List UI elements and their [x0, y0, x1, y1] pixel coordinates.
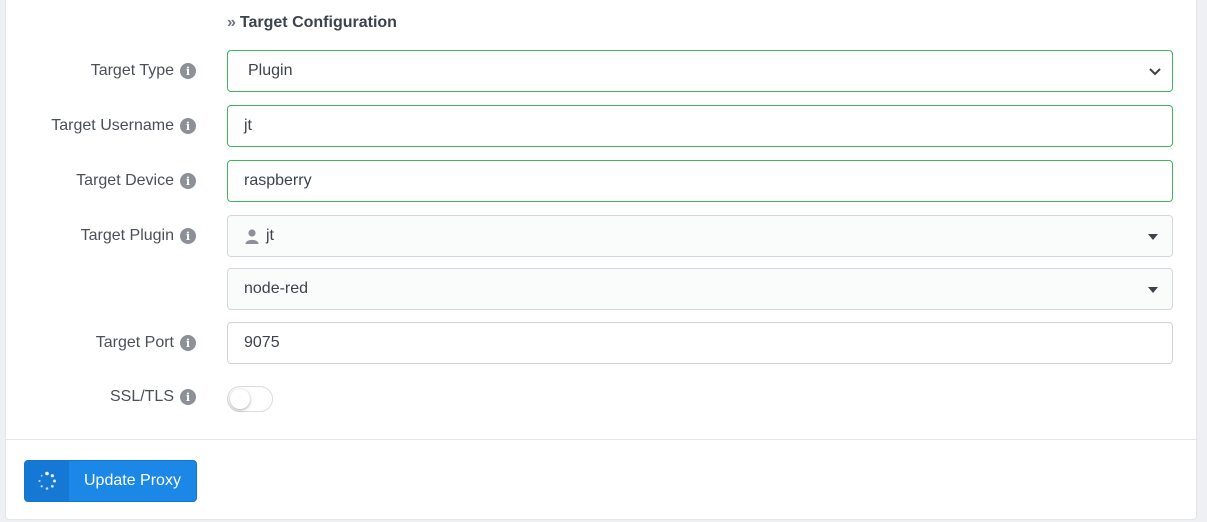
- target-port-row: Target Port i 9075: [6, 322, 1198, 364]
- info-icon[interactable]: i: [180, 118, 196, 134]
- target-device-input[interactable]: raspberry: [227, 160, 1173, 202]
- update-proxy-label: Update Proxy: [84, 472, 181, 489]
- info-icon[interactable]: i: [180, 228, 196, 244]
- user-icon: [245, 229, 259, 244]
- target-type-label: Target Type i: [91, 50, 196, 92]
- update-proxy-button[interactable]: Update Proxy: [24, 460, 197, 502]
- target-port-input[interactable]: 9075: [227, 322, 1173, 364]
- toggle-knob: [230, 389, 250, 409]
- section-title: Target Configuration: [239, 14, 397, 31]
- target-plugin-user-select[interactable]: jt: [227, 215, 1173, 257]
- caret-down-icon: [1148, 234, 1158, 240]
- target-plugin-name-row: node-red: [6, 268, 1198, 310]
- target-type-row: Target Type i Plugin: [6, 50, 1198, 92]
- target-username-label: Target Username i: [51, 105, 196, 147]
- ssl-tls-row: SSL/TLS i: [6, 376, 1198, 418]
- ssl-tls-label: SSL/TLS i: [110, 376, 196, 418]
- caret-down-icon: [1148, 287, 1158, 293]
- target-device-row: Target Device i raspberry: [6, 160, 1198, 202]
- target-plugin-name-select[interactable]: node-red: [227, 268, 1173, 310]
- spinner-icon: [25, 461, 69, 501]
- target-port-label: Target Port i: [96, 322, 196, 364]
- info-icon[interactable]: i: [180, 389, 196, 405]
- double-chevron-right-icon: »: [227, 14, 236, 31]
- target-username-input[interactable]: jt: [227, 105, 1173, 147]
- section-header: » Target Configuration: [227, 14, 397, 32]
- ssl-tls-toggle[interactable]: [227, 386, 273, 412]
- chevron-down-icon: [1149, 68, 1161, 76]
- divider: [6, 439, 1198, 440]
- target-plugin-row: Target Plugin i jt: [6, 215, 1198, 257]
- target-username-row: Target Username i jt: [6, 105, 1198, 147]
- info-icon[interactable]: i: [180, 63, 196, 79]
- target-type-select[interactable]: Plugin: [227, 50, 1173, 92]
- info-icon[interactable]: i: [180, 335, 196, 351]
- target-device-label: Target Device i: [76, 160, 196, 202]
- target-plugin-label: Target Plugin i: [81, 215, 196, 257]
- info-icon[interactable]: i: [180, 173, 196, 189]
- target-config-card: » Target Configuration Target Type i Plu…: [5, 0, 1198, 520]
